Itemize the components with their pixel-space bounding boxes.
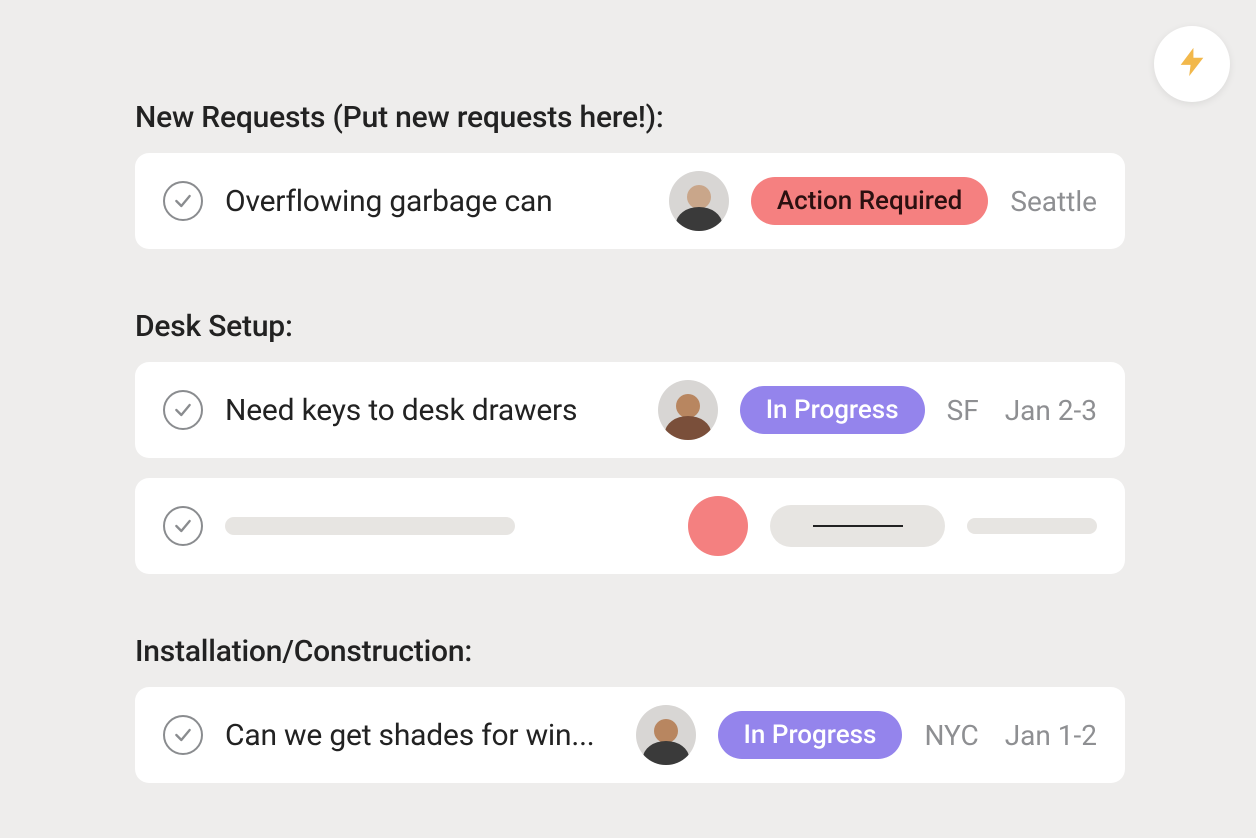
section-title: Desk Setup:: [135, 309, 1125, 344]
assignee-avatar[interactable]: [658, 380, 718, 440]
complete-checkbox[interactable]: [163, 506, 203, 546]
assignee-avatar[interactable]: [669, 171, 729, 231]
location-label: NYC: [924, 719, 978, 752]
location-label: Seattle: [1010, 185, 1097, 218]
task-row[interactable]: Can we get shades for win... In Progress…: [135, 687, 1125, 783]
date-label: Jan 1-2: [1005, 719, 1097, 752]
section-title: Installation/Construction:: [135, 634, 1125, 669]
section-new-requests: New Requests (Put new requests here!): O…: [135, 100, 1125, 249]
task-title: Need keys to desk drawers: [225, 393, 636, 428]
task-row[interactable]: Overflowing garbage can Action Required …: [135, 153, 1125, 249]
assignee-avatar[interactable]: [636, 705, 696, 765]
section-desk-setup: Desk Setup: Need keys to desk drawers In…: [135, 309, 1125, 574]
complete-checkbox[interactable]: [163, 390, 203, 430]
skeleton-status: [770, 505, 945, 547]
status-pill[interactable]: In Progress: [718, 711, 903, 759]
skeleton-avatar: [688, 496, 748, 556]
task-title: Overflowing garbage can: [225, 184, 647, 219]
complete-checkbox[interactable]: [163, 181, 203, 221]
lightning-icon: [1175, 45, 1209, 83]
date-label: Jan 2-3: [1005, 394, 1097, 427]
status-pill[interactable]: Action Required: [751, 177, 988, 225]
task-row-skeleton: [135, 478, 1125, 574]
section-installation: Installation/Construction: Can we get sh…: [135, 634, 1125, 783]
skeleton-meta: [967, 518, 1097, 534]
task-title: Can we get shades for win...: [225, 718, 614, 753]
skeleton-title: [225, 517, 515, 535]
status-pill[interactable]: In Progress: [740, 386, 925, 434]
task-sections: New Requests (Put new requests here!): O…: [135, 100, 1125, 783]
automation-fab[interactable]: [1154, 26, 1230, 102]
task-row[interactable]: Need keys to desk drawers In Progress SF…: [135, 362, 1125, 458]
location-label: SF: [947, 394, 979, 427]
section-title: New Requests (Put new requests here!):: [135, 100, 1125, 135]
complete-checkbox[interactable]: [163, 715, 203, 755]
